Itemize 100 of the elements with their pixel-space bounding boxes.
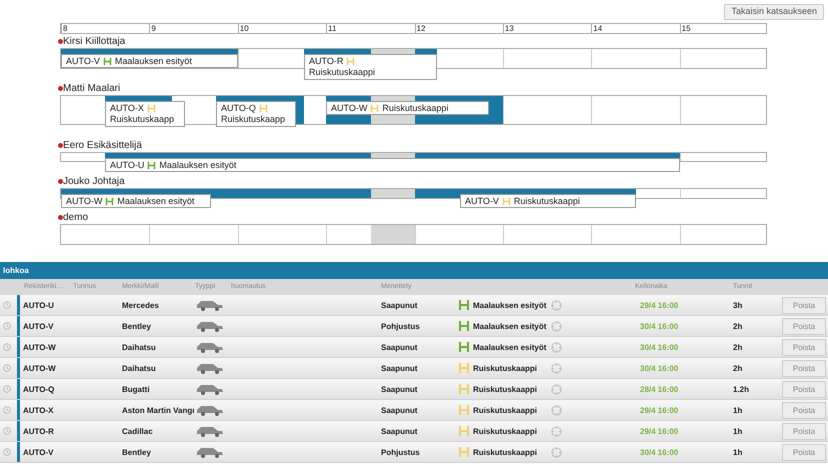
target-icon[interactable]	[551, 321, 562, 332]
time-cell: 30/4 16:00	[640, 342, 678, 354]
car-label: AUTO-V	[66, 56, 100, 66]
target-icon[interactable]	[551, 384, 562, 395]
clock-icon	[3, 406, 11, 414]
task-card[interactable]: AUTO-Q Ruiskutuskaapp	[216, 101, 296, 127]
plate-cell: AUTO-W	[23, 342, 56, 354]
table-row[interactable]: AUTO-W Daihatsu Saapunut Maalauksen esityöt 30/4 16:00 2h Poista	[0, 337, 828, 358]
table-row[interactable]: AUTO-V Bentley Pohjustus Ruiskutuskaappi 30/4 16:00 1h Poista	[0, 442, 828, 463]
target-icon[interactable]	[551, 342, 562, 353]
stage-cell: Ruiskutuskaappi	[473, 426, 538, 438]
car-label: AUTO-R	[309, 56, 344, 67]
hour-label: 11	[326, 24, 336, 34]
car-icon	[196, 446, 224, 458]
car-label: AUTO-W	[331, 102, 368, 114]
stage-label: Maalauksen esityöt	[114, 56, 192, 66]
worker-name: Matti Maalari	[63, 82, 120, 94]
table-row[interactable]: AUTO-Q Bugatti Saapunut Ruiskutuskaappi 28/4 16:00 1.2h Poista	[0, 379, 828, 400]
stage-label: Maalauksen esityöt	[159, 160, 236, 170]
task-card[interactable]: AUTO-X Ruiskutuskaapp	[105, 101, 185, 127]
stage-label: Ruiskutuskaapp	[110, 114, 176, 125]
clock-icon	[3, 385, 11, 393]
car-label: AUTO-W	[66, 196, 102, 206]
hour-label: 14	[591, 24, 602, 34]
worker-name: Jouko Johtaja	[63, 176, 125, 188]
stage-cell: Ruiskutuskaappi	[473, 447, 538, 459]
stage-cell: Ruiskutuskaappi	[473, 363, 538, 375]
car-icon	[196, 404, 224, 416]
table-row[interactable]: AUTO-W Daihatsu Saapunut Ruiskutuskaappi 30/4 16:00 2h Poista	[0, 358, 828, 379]
plate-cell: AUTO-U	[23, 300, 54, 312]
lunch-break	[371, 225, 415, 244]
stage-label: Ruiskutuskaappi	[309, 67, 376, 78]
stage-cell: Ruiskutuskaappi	[473, 384, 538, 396]
car-icon	[196, 341, 224, 353]
time-cell: 30/4 16:00	[640, 447, 678, 459]
hours-cell: 1h	[733, 405, 742, 417]
stage-cell: Maalauksen esityöt	[473, 321, 546, 333]
time-cell: 30/4 16:00	[640, 363, 678, 375]
status-cell: Saapunut	[381, 426, 418, 438]
stage-cell: Maalauksen esityöt	[473, 342, 546, 354]
hour-label: 10	[238, 24, 249, 34]
clock-icon	[3, 448, 11, 456]
status-cell: Saapunut	[381, 405, 418, 417]
target-icon[interactable]	[551, 363, 562, 374]
status-cell: Pohjustus	[381, 321, 420, 333]
hours-cell: 1h	[733, 447, 742, 459]
clock-icon	[3, 427, 11, 435]
worker-name: Eero Esikäsittelijä	[63, 140, 142, 152]
table-title: lohkoa	[3, 264, 29, 276]
model-cell: Bentley	[122, 321, 151, 333]
target-icon[interactable]	[551, 405, 562, 416]
clock-icon	[3, 343, 11, 351]
time-cell: 30/4 16:00	[640, 321, 678, 333]
hour-label: 8	[61, 24, 68, 34]
car-icon	[196, 383, 224, 395]
task-card[interactable]: AUTO-W Ruiskutuskaappi	[326, 101, 489, 115]
stage-cell: Maalauksen esityöt	[473, 300, 546, 312]
task-card[interactable]: AUTO-R Ruiskutuskaappi	[304, 54, 437, 80]
car-icon	[196, 425, 224, 437]
plate-cell: AUTO-V	[23, 321, 54, 333]
clock-icon	[3, 301, 11, 309]
model-cell: Bugatti	[122, 384, 150, 396]
time-cell: 29/4 16:00	[640, 426, 678, 438]
lunch-break	[371, 189, 415, 198]
hour-label: 15	[680, 24, 691, 34]
model-cell: Mercedes	[122, 300, 159, 312]
target-icon[interactable]	[551, 300, 562, 311]
worker-name: demo	[63, 212, 88, 224]
back-button[interactable]: Takaisin katsaukseen	[724, 4, 824, 20]
model-cell: Bentley	[122, 447, 151, 459]
task-card[interactable]: AUTO-V Ruiskutuskaappi	[460, 194, 636, 208]
car-label: AUTO-X	[110, 103, 144, 114]
table-row[interactable]: AUTO-X Aston Martin Vangı Saapunut Ruiskutuskaappi 29/4 16:00 1h Poista	[0, 400, 828, 421]
stage-label: Ruiskutuskaapp	[221, 114, 286, 125]
car-icon	[196, 299, 224, 311]
task-card[interactable]: AUTO-W Maalauksen esityöt	[61, 194, 211, 208]
task-card[interactable]: AUTO-V Maalauksen esityöt	[61, 54, 238, 68]
clock-icon	[3, 364, 11, 372]
status-cell: Pohjustus	[381, 447, 420, 459]
table-row[interactable]: AUTO-U Mercedes Saapunut Maalauksen esityöt 29/4 16:00 3h Poista	[0, 295, 828, 316]
table-row[interactable]: AUTO-R Cadillac Saapunut Ruiskutuskaappi 29/4 16:00 1h Poista	[0, 421, 828, 442]
time-cell: 29/4 16:00	[640, 300, 678, 312]
stage-cell: Ruiskutuskaappi	[473, 405, 538, 417]
plate-cell: AUTO-Q	[23, 384, 54, 396]
model-cell: Daihatsu	[122, 363, 156, 375]
target-icon[interactable]	[551, 426, 562, 437]
target-icon[interactable]	[551, 447, 562, 458]
hour-label: 9	[149, 24, 156, 34]
table-row[interactable]: AUTO-V Bentley Pohjustus Maalauksen esityöt 30/4 16:00 2h Poista	[0, 316, 828, 337]
model-cell: Cadillac	[122, 426, 153, 438]
hours-cell: 2h	[733, 342, 742, 354]
car-label: AUTO-V	[465, 196, 499, 206]
task-card[interactable]: AUTO-U Maalauksen esityöt	[105, 158, 680, 172]
stage-label: Maalauksen esityöt	[117, 196, 194, 206]
plate-cell: AUTO-W	[23, 363, 56, 375]
hours-cell: 2h	[733, 363, 742, 375]
hours-cell: 2h	[733, 321, 742, 333]
car-label: AUTO-U	[110, 160, 144, 170]
hours-cell: 1.2h	[733, 384, 750, 396]
status-cell: Saapunut	[381, 342, 418, 354]
